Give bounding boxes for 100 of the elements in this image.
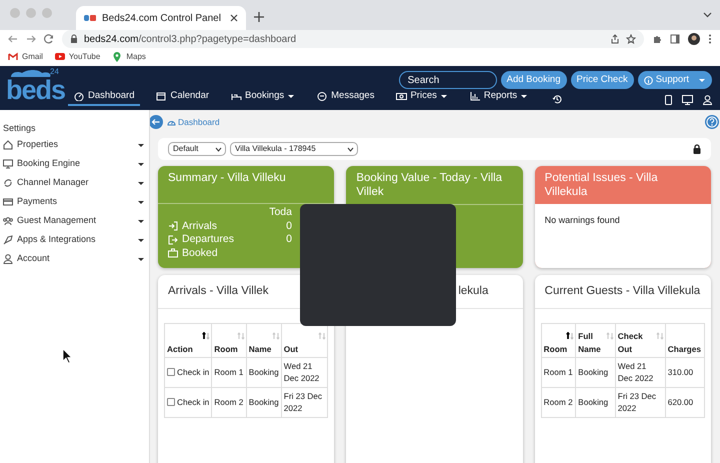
column-header: Toda xyxy=(268,206,292,220)
extensions-icon[interactable] xyxy=(652,34,662,44)
logo-text: beds xyxy=(6,78,66,102)
bar-chart-icon xyxy=(470,90,481,101)
more-icon[interactable] xyxy=(708,34,712,44)
chevron-down-icon[interactable] xyxy=(703,12,712,18)
caret-icon xyxy=(137,142,145,148)
star-icon[interactable] xyxy=(626,34,636,44)
stat-label: Departures xyxy=(182,233,234,246)
new-tab-icon[interactable] xyxy=(254,12,264,22)
check-in-checkbox[interactable]: Check in xyxy=(164,358,212,388)
nav-tab[interactable]: Reports xyxy=(464,88,534,106)
share-icon[interactable] xyxy=(610,34,620,44)
nav-tab[interactable]: Dashboard xyxy=(68,88,140,106)
credit-card-icon xyxy=(3,197,13,207)
avatar-icon[interactable] xyxy=(688,33,700,45)
back-icon[interactable] xyxy=(8,34,18,44)
sidebar-item[interactable]: Apps & Integrations xyxy=(3,230,145,250)
nav-tab[interactable]: Messages xyxy=(311,88,380,106)
user-icon[interactable] xyxy=(703,95,712,105)
nav-tab[interactable]: Prices xyxy=(390,88,454,106)
caret-icon xyxy=(137,161,145,167)
column-header[interactable]: Check Out xyxy=(615,324,666,358)
card-title: lekula xyxy=(458,285,488,297)
sidebar-item[interactable]: Channel Manager xyxy=(3,174,145,192)
dashboard-gauge-icon xyxy=(167,118,176,126)
table-cell: Booking xyxy=(246,387,282,418)
sync-icon xyxy=(3,178,13,188)
reload-icon[interactable] xyxy=(44,34,54,44)
history-icon[interactable] xyxy=(552,94,562,104)
table-cell: 620.00 xyxy=(665,387,704,418)
nav-tab[interactable]: Calendar xyxy=(150,88,216,106)
card-title: Potential Issues - Villa Villekula xyxy=(544,172,658,198)
dropdown-select[interactable]: Villa Villekula - 178945 xyxy=(230,142,358,156)
sign-out-icon xyxy=(168,234,178,245)
chevron-down-icon xyxy=(215,146,222,152)
chevron-down-icon xyxy=(347,146,354,152)
card-title: Booking Value - Today - Villa Villek xyxy=(356,172,502,198)
column-header[interactable]: Room xyxy=(541,324,576,358)
stat-value: 0 xyxy=(286,220,292,232)
sort-icon[interactable] xyxy=(202,332,210,340)
column-header[interactable]: Action xyxy=(164,324,212,358)
lock-icon[interactable] xyxy=(693,144,701,154)
money-icon xyxy=(396,90,408,101)
caret-icon xyxy=(137,256,145,262)
sidebar-item[interactable]: Payments xyxy=(3,192,145,212)
table-cell: Booking xyxy=(576,387,616,418)
table-cell: Room 2 xyxy=(541,387,576,418)
table-cell: 310.00 xyxy=(665,358,704,388)
url-text: beds24.com/control3.php?pagetype=dashboard xyxy=(84,32,298,46)
bookmark-link[interactable]: Maps xyxy=(112,51,146,63)
dropdown-select[interactable]: Default xyxy=(168,142,226,156)
caret-icon xyxy=(137,199,145,205)
column-header[interactable]: Charges xyxy=(665,324,704,358)
column-header[interactable]: Name xyxy=(246,324,282,358)
stat-value: 0 xyxy=(286,233,292,245)
caret-icon xyxy=(440,92,448,99)
side-panel-icon[interactable] xyxy=(670,34,680,44)
caret-icon xyxy=(287,92,296,99)
sidebar-heading: Settings xyxy=(3,122,37,135)
stat-label: Booked xyxy=(182,246,218,260)
sort-icon[interactable] xyxy=(566,332,574,340)
table-cell: Fri 23 Dec 2022 xyxy=(281,387,328,418)
sidebar-item[interactable]: Booking Engine xyxy=(3,154,145,174)
table-cell: Booking xyxy=(576,358,616,388)
briefcase-icon xyxy=(168,248,178,258)
bookmark-link[interactable]: YouTube xyxy=(54,51,100,63)
calendar-icon xyxy=(156,90,168,101)
back-button-icon[interactable] xyxy=(150,115,163,129)
column-header[interactable]: Full Name xyxy=(576,324,616,358)
table-cell: Wed 21 Dec 2022 xyxy=(615,358,666,388)
sidebar-item[interactable]: Properties xyxy=(3,136,145,154)
caret-icon xyxy=(520,92,528,99)
logo-suffix: 24 xyxy=(50,66,59,78)
table-cell: Fri 23 Dec 2022 xyxy=(615,387,666,418)
cloud-icon xyxy=(8,69,52,77)
monitor-icon xyxy=(3,159,13,169)
address-bar[interactable]: beds24.com/control3.php?pagetype=dashboard xyxy=(62,30,644,48)
sidebar-item[interactable]: Account xyxy=(3,250,145,268)
check-in-checkbox[interactable]: Check in xyxy=(164,387,212,418)
breadcrumb-link[interactable]: Dashboard xyxy=(167,116,220,128)
nav-tab[interactable]: Bookings xyxy=(225,88,302,106)
table-cell: Room 2 xyxy=(212,387,246,418)
sidebar-item[interactable]: Guest Management xyxy=(3,212,145,230)
table-cell: Room 1 xyxy=(212,358,246,388)
help-icon[interactable] xyxy=(705,115,719,129)
close-icon[interactable] xyxy=(230,14,238,22)
search-field[interactable]: Search xyxy=(398,71,497,89)
info-icon xyxy=(644,76,653,84)
monitor-icon[interactable] xyxy=(682,95,693,105)
forward-icon[interactable] xyxy=(26,34,36,44)
column-header[interactable]: Room xyxy=(212,324,246,358)
caret-icon xyxy=(137,218,145,224)
dashboard-gauge-icon xyxy=(74,90,85,101)
bookmark-link[interactable]: Gmail xyxy=(8,51,43,63)
caret-icon xyxy=(137,180,145,186)
browser-tab[interactable]: Beds24.com Control Panel xyxy=(76,6,246,30)
phone-icon[interactable] xyxy=(665,95,672,105)
video-icon xyxy=(54,52,65,62)
stat-label: Arrivals xyxy=(182,220,218,233)
